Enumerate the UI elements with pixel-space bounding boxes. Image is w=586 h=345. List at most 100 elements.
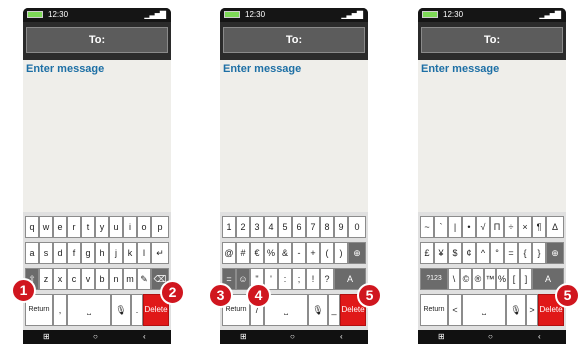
key[interactable]: 5 — [278, 216, 292, 238]
key[interactable]: - — [292, 242, 306, 264]
period-key[interactable]: . — [131, 294, 143, 326]
key[interactable]: [ — [508, 268, 520, 290]
key[interactable]: % — [496, 268, 508, 290]
handwriting-key[interactable]: ✎ — [137, 268, 151, 290]
message-area[interactable]: Enter message — [23, 60, 171, 212]
key[interactable]: ÷ — [504, 216, 518, 238]
space-key[interactable]: ⎵ — [462, 294, 506, 326]
key[interactable]: | — [448, 216, 462, 238]
key[interactable]: © — [460, 268, 472, 290]
key[interactable]: u — [109, 216, 123, 238]
home-icon[interactable]: ○ — [290, 332, 295, 341]
home-icon[interactable]: ○ — [488, 332, 493, 341]
key[interactable]: • — [462, 216, 476, 238]
key[interactable]: 2 — [236, 216, 250, 238]
key[interactable]: ] — [520, 268, 532, 290]
mic-icon[interactable]: 🎙 — [506, 294, 526, 326]
globe-icon[interactable]: ⊕ — [546, 242, 564, 264]
space-key[interactable]: ⎵ — [67, 294, 111, 326]
key[interactable]: 3 — [250, 216, 264, 238]
greater-than-key[interactable]: > — [526, 294, 538, 326]
return-key[interactable]: Return — [420, 294, 448, 326]
key[interactable]: Δ — [546, 216, 564, 238]
underscore-key[interactable]: _ — [328, 294, 340, 326]
key[interactable]: p — [151, 216, 169, 238]
key[interactable]: % — [264, 242, 278, 264]
key[interactable]: t — [81, 216, 95, 238]
key[interactable]: a — [25, 242, 39, 264]
key[interactable]: € — [250, 242, 264, 264]
key[interactable]: h — [95, 242, 109, 264]
key[interactable]: j — [109, 242, 123, 264]
key[interactable]: y — [95, 216, 109, 238]
back-icon[interactable]: ‹ — [538, 332, 541, 341]
key[interactable]: √ — [476, 216, 490, 238]
key[interactable]: & — [278, 242, 292, 264]
key[interactable]: @ — [222, 242, 236, 264]
key[interactable]: ! — [306, 268, 320, 290]
comma-key[interactable]: , — [53, 294, 67, 326]
numbers-key[interactable]: ?123 — [420, 268, 448, 290]
key[interactable]: ™ — [484, 268, 496, 290]
key[interactable]: d — [53, 242, 67, 264]
to-field[interactable]: To: — [223, 27, 365, 53]
key[interactable]: ) — [334, 242, 348, 264]
key[interactable]: m — [123, 268, 137, 290]
home-icon[interactable]: ○ — [93, 332, 98, 341]
key[interactable]: ¥ — [434, 242, 448, 264]
key[interactable]: + — [306, 242, 320, 264]
recents-icon[interactable]: ⊞ — [240, 332, 247, 341]
key[interactable]: g — [81, 242, 95, 264]
key[interactable]: e — [53, 216, 67, 238]
key[interactable]: ( — [320, 242, 334, 264]
key[interactable]: 0 — [348, 216, 366, 238]
key[interactable]: o — [137, 216, 151, 238]
key[interactable]: i — [123, 216, 137, 238]
key[interactable]: b — [95, 268, 109, 290]
key[interactable]: Π — [490, 216, 504, 238]
key[interactable]: k — [123, 242, 137, 264]
mic-icon[interactable]: 🎙 — [308, 294, 328, 326]
key[interactable]: $ — [448, 242, 462, 264]
key[interactable]: 1 — [222, 216, 236, 238]
to-field[interactable]: To: — [26, 27, 168, 53]
key[interactable]: ¶ — [532, 216, 546, 238]
less-than-key[interactable]: < — [448, 294, 462, 326]
key[interactable]: x — [53, 268, 67, 290]
key[interactable]: n — [109, 268, 123, 290]
enter-key[interactable]: ↵ — [151, 242, 169, 264]
key[interactable]: w — [39, 216, 53, 238]
key[interactable]: f — [67, 242, 81, 264]
back-icon[interactable]: ‹ — [340, 332, 343, 341]
key[interactable]: 8 — [320, 216, 334, 238]
key[interactable]: ° — [490, 242, 504, 264]
key[interactable]: 6 — [292, 216, 306, 238]
key[interactable]: ? — [320, 268, 334, 290]
key[interactable]: l — [137, 242, 151, 264]
key[interactable]: { — [518, 242, 532, 264]
key[interactable]: £ — [420, 242, 434, 264]
key[interactable]: 9 — [334, 216, 348, 238]
key[interactable]: } — [532, 242, 546, 264]
key[interactable]: ¢ — [462, 242, 476, 264]
key[interactable]: ; — [292, 268, 306, 290]
key[interactable]: q — [25, 216, 39, 238]
globe-icon[interactable]: ⊕ — [348, 242, 366, 264]
key[interactable]: c — [67, 268, 81, 290]
key[interactable]: × — [518, 216, 532, 238]
key[interactable]: v — [81, 268, 95, 290]
recents-icon[interactable]: ⊞ — [43, 332, 50, 341]
key[interactable]: \ — [448, 268, 460, 290]
key[interactable]: : — [278, 268, 292, 290]
space-key[interactable]: ⎵ — [264, 294, 308, 326]
key[interactable]: ~ — [420, 216, 434, 238]
back-icon[interactable]: ‹ — [143, 332, 146, 341]
key[interactable]: z — [39, 268, 53, 290]
key[interactable]: 4 — [264, 216, 278, 238]
key[interactable]: ` — [434, 216, 448, 238]
message-area[interactable]: Enter message — [220, 60, 368, 212]
key[interactable]: 7 — [306, 216, 320, 238]
key[interactable]: ® — [472, 268, 484, 290]
to-field[interactable]: To: — [421, 27, 563, 53]
key[interactable]: ^ — [476, 242, 490, 264]
